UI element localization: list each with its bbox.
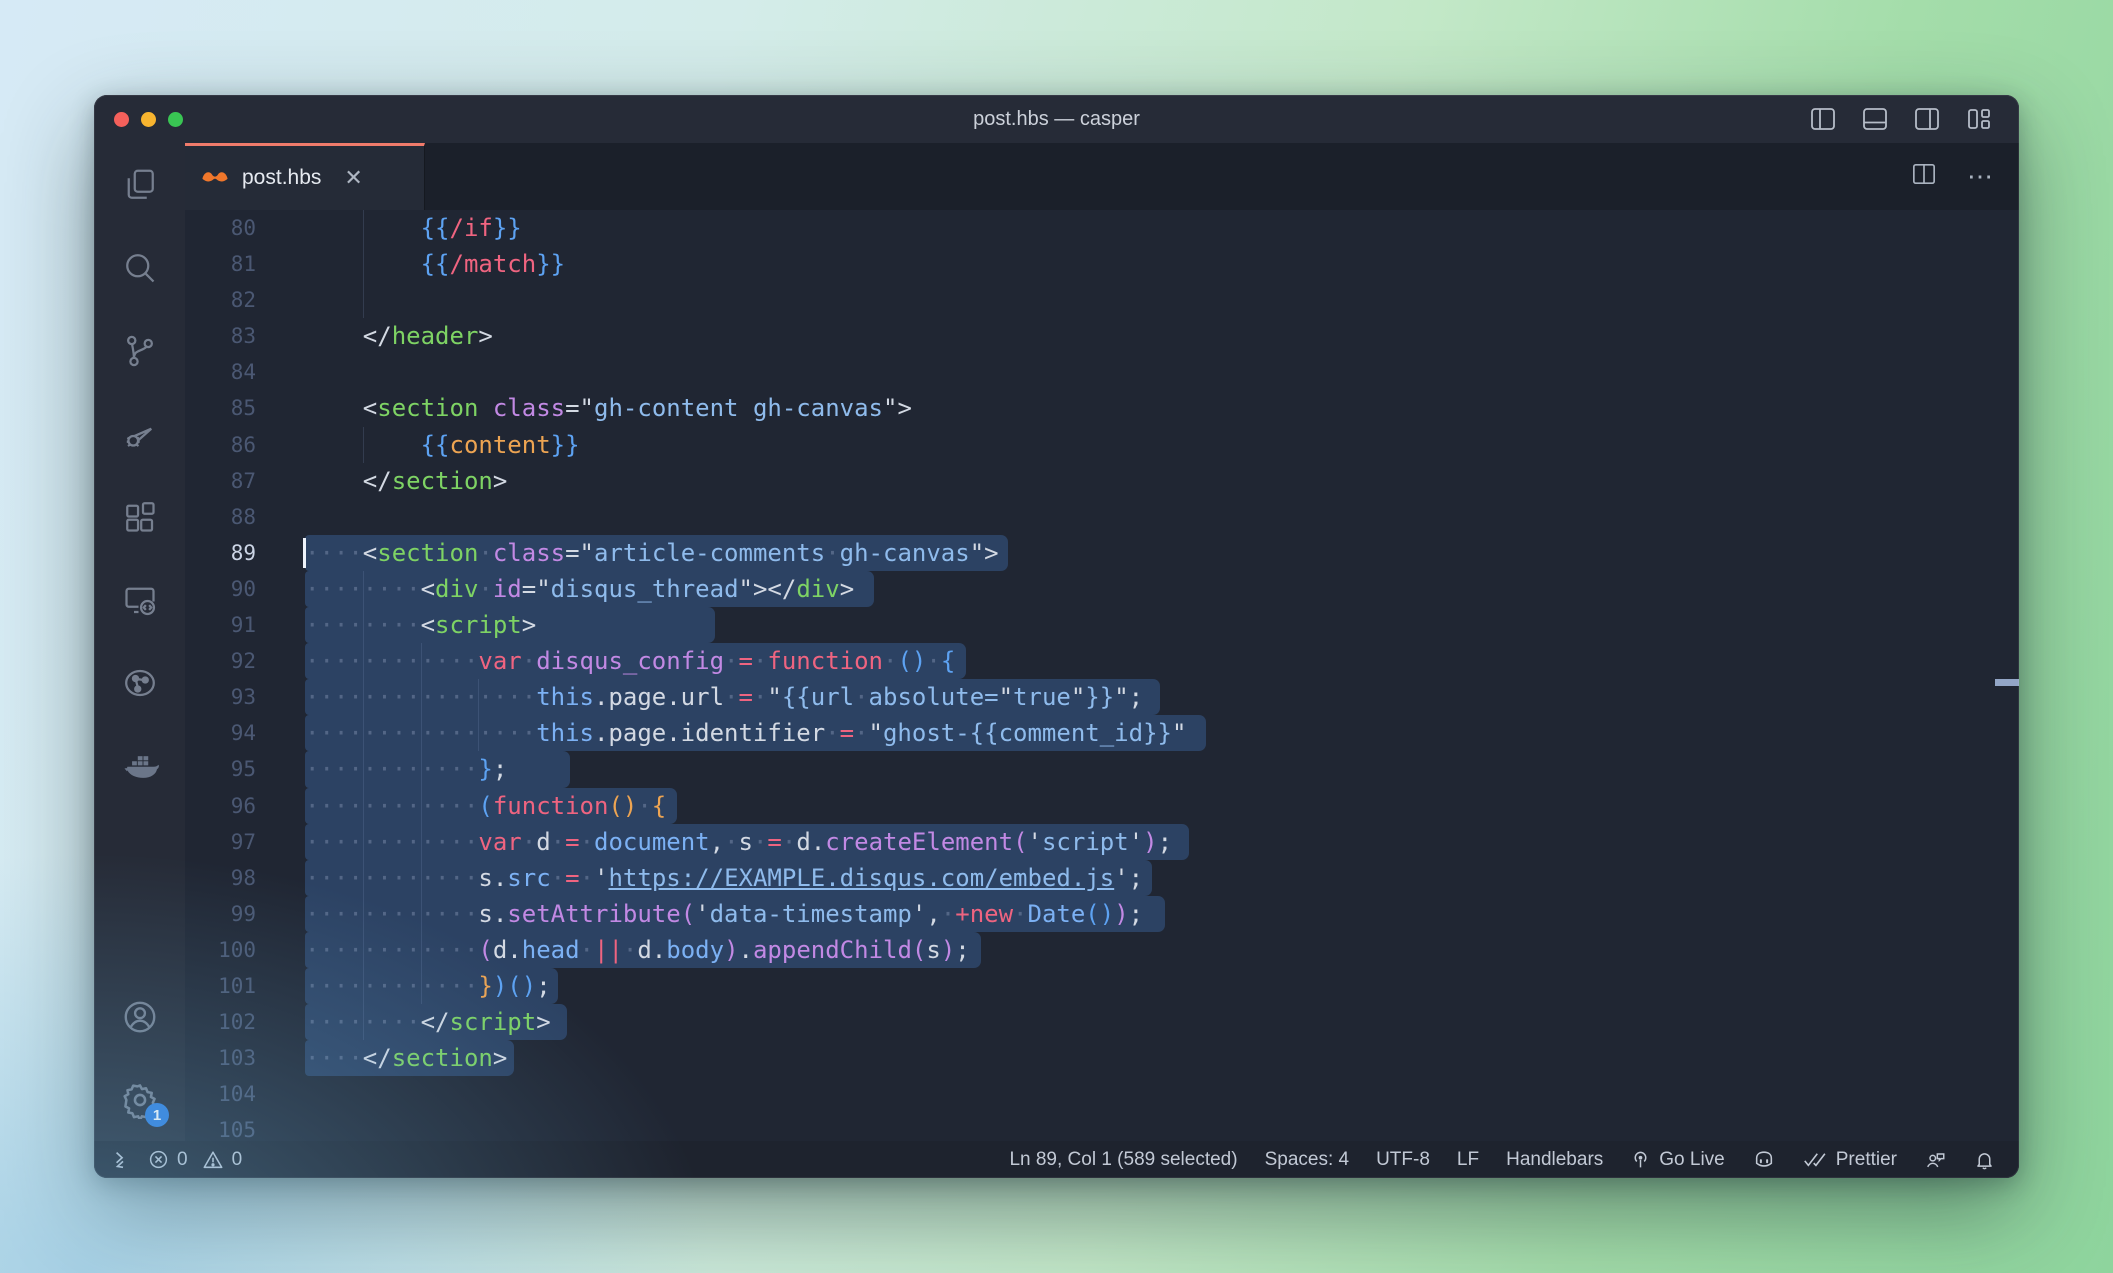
code-line-101[interactable]: ············})(); (305, 968, 2019, 1004)
sidebar-item-docker[interactable] (94, 724, 185, 807)
prettier-label: Prettier (1836, 1149, 1897, 1171)
account-icon (121, 998, 159, 1036)
sidebar-item-extensions[interactable] (94, 475, 185, 558)
status-bar: 0 0 Ln 89, Col 1 (589 selected) Spaces: … (94, 1141, 2019, 1178)
window-title: post.hbs — casper (94, 108, 2019, 131)
desktop-wallpaper: post.hbs — casper (0, 0, 2113, 1273)
code-line-87[interactable]: </section> (305, 463, 2019, 499)
code-line-93[interactable]: ················this.page.url·=·"{{url·a… (305, 679, 2019, 715)
go-live-label: Go Live (1659, 1149, 1724, 1171)
code-line-80[interactable]: {{/if}} (305, 210, 2019, 246)
close-window-button[interactable] (114, 112, 129, 127)
sidebar-item-search[interactable] (94, 226, 185, 309)
code-line-97[interactable]: ············var·d·=·document,·s·=·d.crea… (305, 824, 2019, 860)
encoding-button[interactable]: UTF-8 (1376, 1149, 1430, 1171)
code-line-105[interactable] (305, 1112, 2019, 1141)
tab-bar: post.hbs ✕ ⋯ (185, 143, 2019, 210)
warning-count: 0 (232, 1149, 243, 1171)
explorer-icon (122, 167, 158, 203)
code-line-85[interactable]: <section class="gh-content gh-canvas"> (305, 390, 2019, 426)
eol-button[interactable]: LF (1457, 1149, 1479, 1171)
feedback-button[interactable] (1924, 1149, 1947, 1171)
search-icon (122, 250, 158, 286)
more-actions-icon[interactable]: ⋯ (1967, 161, 1993, 192)
code-line-104[interactable] (305, 1076, 2019, 1112)
go-live-button[interactable]: Go Live (1630, 1149, 1724, 1171)
git-graph-icon (122, 665, 158, 701)
notifications-bell-button[interactable] (1974, 1149, 1995, 1171)
code-lines[interactable]: {{/if}} {{/match}} </header> <section cl… (305, 210, 2019, 1141)
code-line-88[interactable] (305, 499, 2019, 535)
gutter: 8081828384858687888990919293949596979899… (185, 210, 305, 1141)
gear-icon (121, 1081, 159, 1119)
title-bar: post.hbs — casper (94, 95, 2019, 143)
code-line-90[interactable]: ········<div·id="disqus_thread"></div> (305, 571, 2019, 607)
remote-explorer-icon (122, 582, 158, 618)
settings-badge: 1 (145, 1103, 169, 1127)
activity-bar: 1 (94, 143, 185, 1141)
code-line-82[interactable] (305, 282, 2019, 318)
copilot-icon (1752, 1149, 1776, 1171)
code-line-99[interactable]: ············s.setAttribute('data-timesta… (305, 896, 2019, 932)
indentation-button[interactable]: Spaces: 4 (1265, 1149, 1350, 1171)
docker-icon (121, 747, 159, 785)
code-line-96[interactable]: ············(function()·{ (305, 788, 2019, 824)
code-line-100[interactable]: ············(d.head·||·d.body).appendChi… (305, 932, 2019, 968)
code-line-84[interactable] (305, 354, 2019, 390)
handlebars-mustache-icon (201, 168, 229, 189)
settings-button[interactable]: 1 (94, 1058, 185, 1141)
tab-post-hbs[interactable]: post.hbs ✕ (185, 143, 425, 210)
code-line-89[interactable]: ····<section·class="article-comments·gh-… (305, 535, 2019, 571)
sidebar-item-remote-explorer[interactable] (94, 558, 185, 641)
tab-label: post.hbs (242, 166, 321, 190)
code-line-92[interactable]: ············var·disqus_config·=·function… (305, 643, 2019, 679)
tab-close-icon[interactable]: ✕ (344, 165, 362, 191)
toggle-primary-sidebar-icon[interactable] (1809, 106, 1837, 132)
overview-ruler-cursor-marker (1995, 679, 2019, 686)
code-line-103[interactable]: ····</section> (305, 1040, 2019, 1076)
code-line-86[interactable]: {{content}} (305, 427, 2019, 463)
minimize-window-button[interactable] (141, 112, 156, 127)
code-line-81[interactable]: {{/match}} (305, 246, 2019, 282)
toggle-secondary-sidebar-icon[interactable] (1913, 106, 1941, 132)
customize-layout-icon[interactable] (1965, 106, 1993, 132)
copilot-button[interactable] (1752, 1149, 1776, 1171)
split-editor-icon[interactable] (1911, 162, 1937, 191)
traffic-lights (114, 112, 183, 127)
language-mode-button[interactable]: Handlebars (1506, 1149, 1603, 1171)
sidebar-item-git-graph[interactable] (94, 641, 185, 724)
remote-indicator-button[interactable] (112, 1149, 134, 1171)
code-line-83[interactable]: </header> (305, 318, 2019, 354)
code-line-94[interactable]: ················this.page.identifier·=·"… (305, 715, 2019, 751)
code-line-91[interactable]: ········<script> (305, 607, 2019, 643)
vscode-window: post.hbs — casper (94, 95, 2019, 1178)
problems-button[interactable]: 0 0 (148, 1149, 242, 1171)
sidebar-item-run-debug[interactable] (94, 392, 185, 475)
code-line-102[interactable]: ········</script> (305, 1004, 2019, 1040)
account-button[interactable] (94, 975, 185, 1058)
code-editor[interactable]: 8081828384858687888990919293949596979899… (185, 210, 2019, 1141)
debug-icon (122, 416, 158, 452)
code-line-98[interactable]: ············s.src·=·'https://EXAMPLE.dis… (305, 860, 2019, 896)
sidebar-item-source-control[interactable] (94, 309, 185, 392)
error-count: 0 (177, 1149, 188, 1171)
prettier-button[interactable]: Prettier (1803, 1149, 1897, 1171)
sidebar-item-explorer[interactable] (94, 143, 185, 226)
toggle-panel-icon[interactable] (1861, 106, 1889, 132)
code-line-95[interactable]: ············}; (305, 751, 2019, 787)
text-cursor (303, 538, 306, 568)
zoom-window-button[interactable] (168, 112, 183, 127)
extensions-icon (122, 499, 158, 535)
cursor-position-button[interactable]: Ln 89, Col 1 (589 selected) (1009, 1149, 1237, 1171)
git-branch-icon (122, 333, 158, 369)
